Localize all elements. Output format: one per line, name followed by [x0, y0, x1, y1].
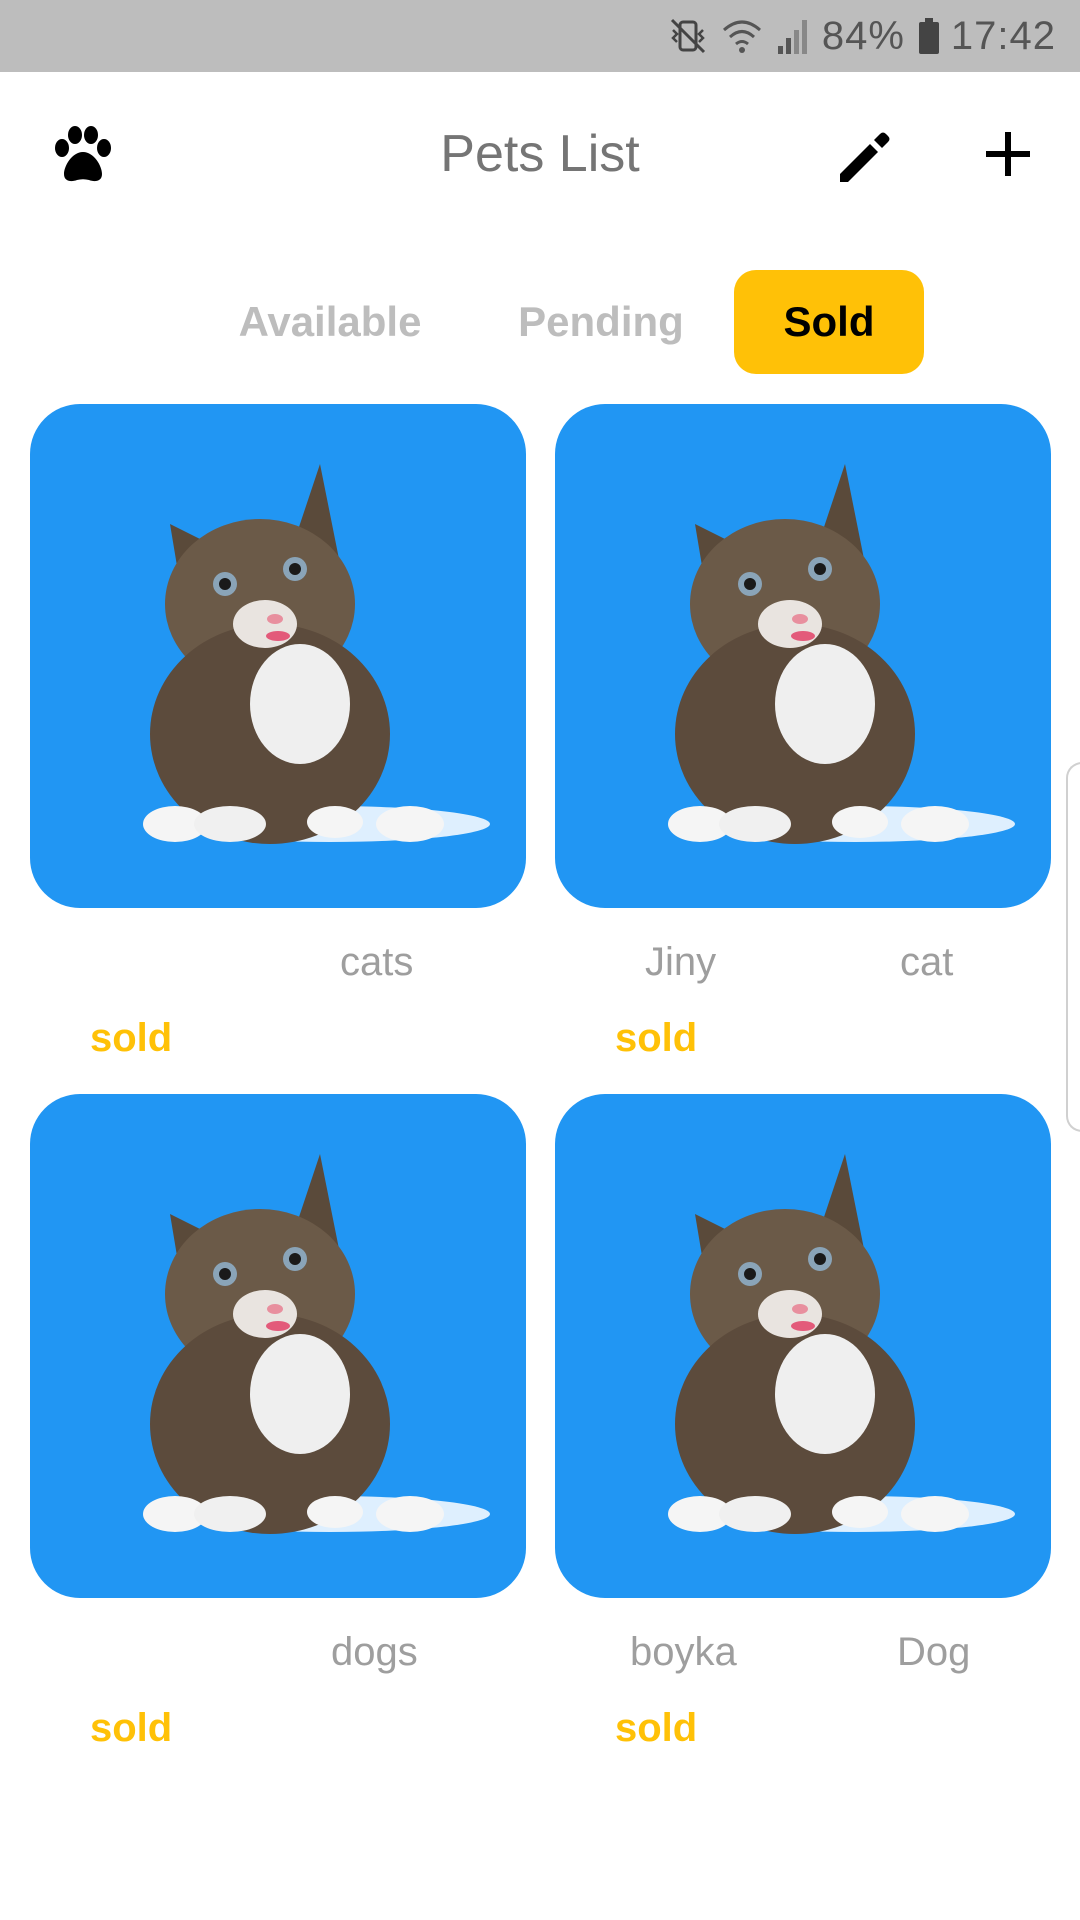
clock: 17:42: [950, 13, 1056, 58]
tab-pending[interactable]: Pending: [506, 270, 696, 374]
battery-icon: [917, 16, 941, 56]
pet-status: sold: [615, 1706, 698, 1750]
pet-name: boyka: [630, 1630, 737, 1674]
pet-category: cat: [900, 940, 954, 984]
pet-category: Dog: [897, 1630, 971, 1674]
wifi-icon: [720, 16, 764, 56]
pet-category: cats: [340, 940, 414, 984]
kitten-image: [143, 464, 490, 844]
pet-status: sold: [90, 1706, 173, 1750]
pet-photo[interactable]: [30, 404, 526, 908]
status-bar: 84% 17:42: [0, 0, 1080, 72]
pet-name: Jiny: [645, 940, 717, 984]
edit-icon[interactable]: [832, 124, 896, 188]
kitten-image: [668, 1154, 1015, 1534]
pet-card[interactable]: Jiny cat sold: [555, 404, 1051, 1060]
page-title: Pets List: [440, 125, 640, 183]
pet-photo[interactable]: [555, 1094, 1051, 1598]
pet-card[interactable]: boyka Dog sold: [555, 1094, 1051, 1750]
kitten-image: [143, 1154, 490, 1534]
vibrate-mute-icon: [668, 16, 708, 56]
app-bar: Pets List: [0, 72, 1080, 242]
battery-percentage: 84%: [821, 13, 905, 58]
status-tabs: Available Pending Sold: [0, 270, 1080, 374]
pet-photo[interactable]: [555, 404, 1051, 908]
pet-category: dogs: [331, 1630, 418, 1674]
tab-sold[interactable]: Sold: [734, 270, 924, 374]
pet-card[interactable]: dogs sold: [30, 1094, 526, 1750]
tab-available[interactable]: Available: [220, 270, 440, 374]
pet-card[interactable]: cats sold: [30, 404, 526, 1060]
edge-panel-handle[interactable]: [1066, 762, 1080, 1132]
pet-status: sold: [90, 1016, 173, 1060]
pet-status: sold: [615, 1016, 698, 1060]
pet-photo[interactable]: [30, 1094, 526, 1598]
kitten-image: [668, 464, 1015, 844]
add-icon[interactable]: [978, 124, 1038, 184]
signal-icon: [776, 16, 812, 56]
